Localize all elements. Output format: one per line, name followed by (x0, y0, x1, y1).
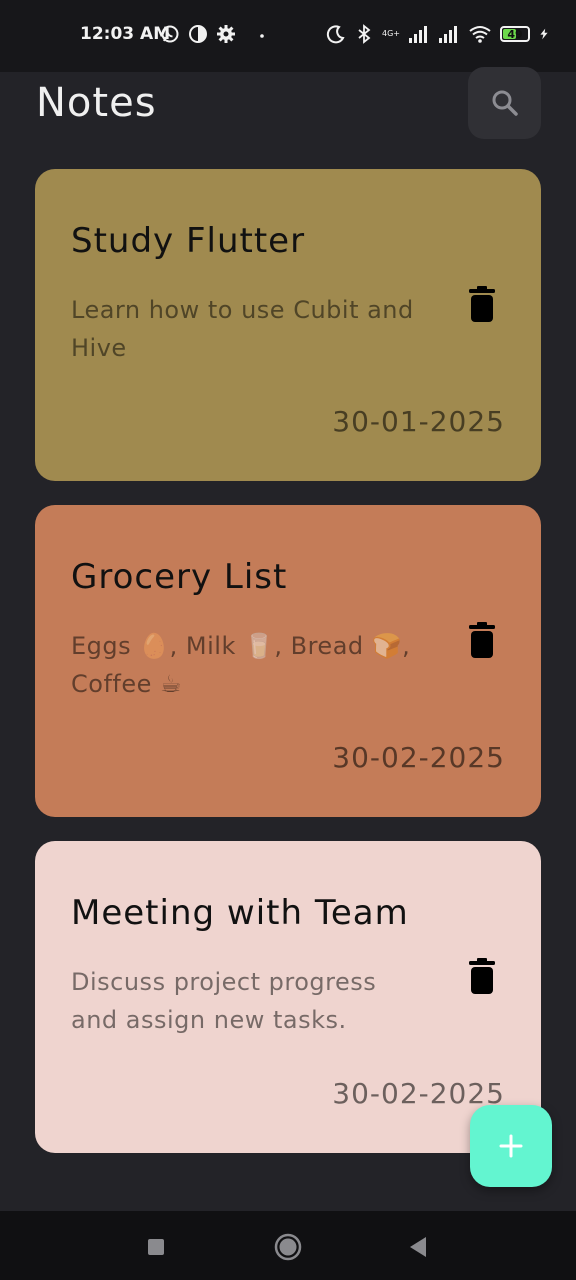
note-card[interactable]: Grocery List Eggs 🥚, Milk 🥛, Bread 🍞, Co… (35, 505, 541, 817)
back-icon (410, 1237, 426, 1257)
navigation-bar (0, 1211, 576, 1280)
recent-apps-button[interactable] (138, 1229, 174, 1265)
note-date: 30-02-2025 (332, 741, 505, 774)
note-content: Discuss project progress and assign new … (71, 968, 377, 1034)
trash-icon (469, 958, 495, 994)
page-title: Notes (36, 80, 157, 126)
note-content: Eggs 🥚, Milk 🥛, Bread 🍞, Coffee ☕ (71, 632, 411, 698)
note-card[interactable]: Study Flutter Learn how to use Cubit and… (35, 169, 541, 481)
signal-icon (439, 26, 457, 43)
network-type: 4G+ (382, 29, 400, 38)
status-time: 12:03 AM (80, 24, 171, 44)
battery-icon: 49 (500, 26, 530, 42)
settings-icon (217, 25, 235, 43)
dot-icon (260, 34, 264, 38)
battery-level: 49 (507, 27, 523, 41)
home-icon (274, 1233, 302, 1261)
home-button[interactable] (270, 1229, 306, 1265)
trash-icon (469, 622, 495, 658)
status-left-icons (160, 24, 272, 44)
wifi-icon (469, 26, 491, 43)
back-button[interactable] (400, 1229, 436, 1265)
search-button[interactable] (468, 67, 541, 139)
delete-button[interactable] (467, 621, 497, 659)
note-date: 30-01-2025 (332, 405, 505, 438)
recent-apps-icon (148, 1239, 164, 1255)
signal-icon (409, 26, 427, 43)
note-title: Grocery List (71, 557, 288, 597)
bluetooth-icon (358, 24, 371, 44)
add-note-button[interactable] (470, 1105, 552, 1187)
pie-icon (189, 25, 207, 43)
note-title: Meeting with Team (71, 893, 409, 933)
status-bar: 12:03 AM 4G+ 49 (0, 0, 576, 72)
note-date: 30-02-2025 (332, 1077, 505, 1110)
delete-button[interactable] (467, 285, 497, 323)
charging-icon (540, 28, 548, 40)
notes-screen: 12:03 AM 4G+ 49 Notes Study Flutter Lear… (0, 0, 576, 1280)
whatsapp-icon (161, 25, 179, 43)
note-card[interactable]: Meeting with Team Discuss project progre… (35, 841, 541, 1153)
status-right-icons: 4G+ 49 (326, 24, 550, 44)
note-content: Learn how to use Cubit and Hive (71, 296, 414, 362)
moon-icon (326, 25, 345, 44)
search-icon (492, 90, 518, 116)
delete-button[interactable] (467, 957, 497, 995)
trash-icon (469, 286, 495, 322)
note-title: Study Flutter (71, 221, 306, 261)
plus-icon (499, 1134, 523, 1158)
note-list: Study Flutter Learn how to use Cubit and… (35, 169, 541, 1177)
